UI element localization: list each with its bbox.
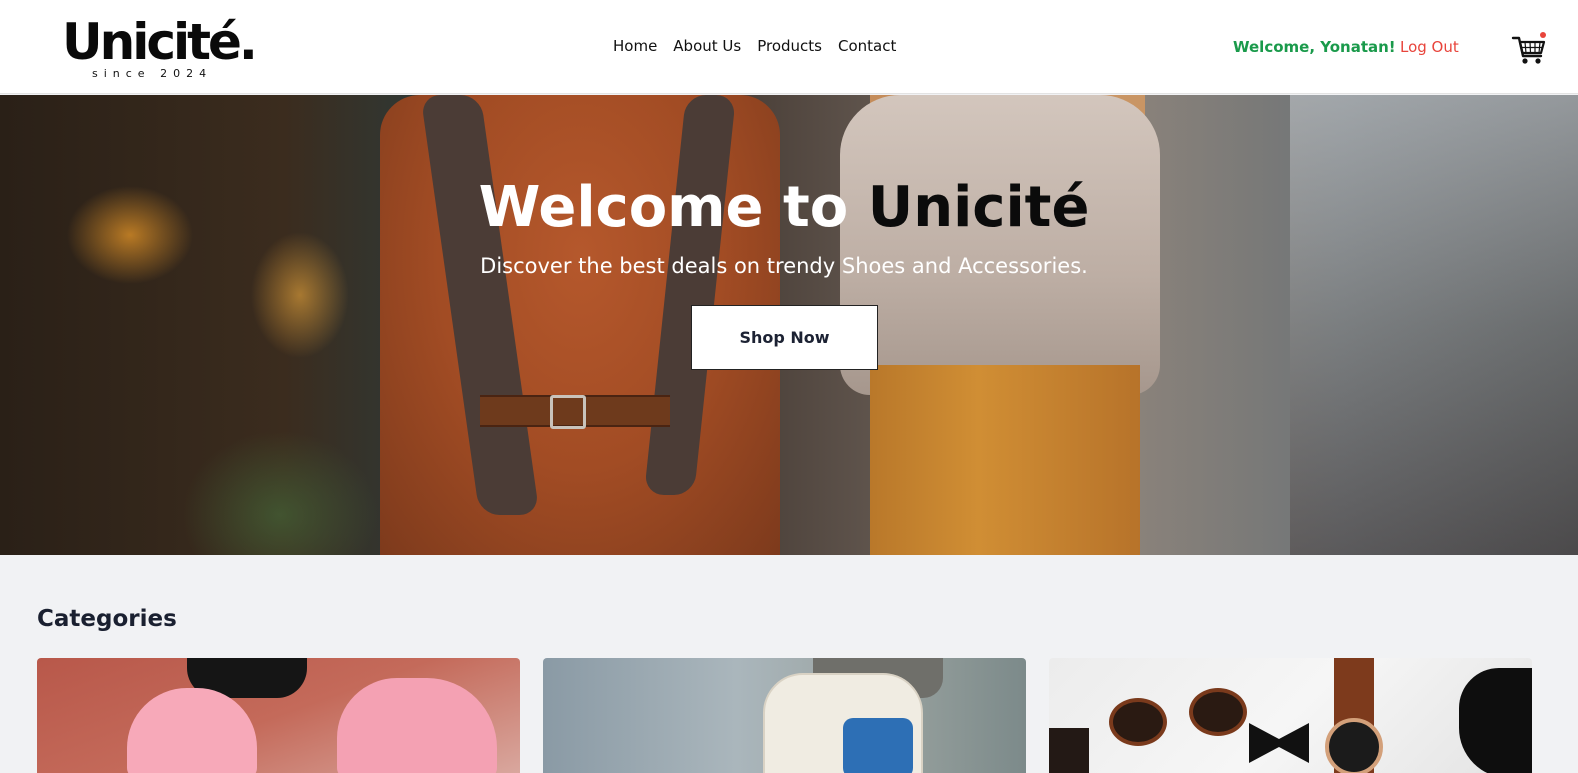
- logo-tagline: since 2024: [92, 67, 213, 80]
- shop-now-button[interactable]: Shop Now: [691, 305, 878, 370]
- hero-subtitle: Discover the best deals on trendy Shoes …: [480, 254, 1088, 278]
- nav-contact[interactable]: Contact: [838, 37, 896, 55]
- hero-title: Welcome to Unicité: [0, 176, 1568, 240]
- welcome-message: Welcome, Yonatan!: [1233, 38, 1396, 56]
- hero-title-brand: Unicité: [867, 175, 1090, 240]
- categories-heading: Categories: [37, 606, 177, 632]
- nav-products[interactable]: Products: [757, 37, 822, 55]
- category-card-accessories[interactable]: [1049, 658, 1532, 773]
- nav-about-us[interactable]: About Us: [673, 37, 741, 55]
- cart-button[interactable]: [1510, 30, 1548, 68]
- hero-title-prefix: Welcome to: [478, 175, 868, 240]
- category-card-shoes[interactable]: [543, 658, 1026, 773]
- main-nav: Home About Us Products Contact: [613, 37, 896, 55]
- hero-background-blur: [1290, 95, 1578, 555]
- shopping-cart-icon: [1511, 32, 1546, 64]
- site-header: Unicité. since 2024 Home About Us Produc…: [0, 0, 1578, 94]
- logout-link[interactable]: Log Out: [1400, 38, 1459, 56]
- category-card-sneakers[interactable]: [37, 658, 520, 773]
- logo-wordmark: Unicité.: [62, 13, 258, 71]
- hero-model-woman: [830, 95, 1170, 555]
- site-logo[interactable]: Unicité. since 2024: [62, 13, 258, 84]
- nav-home[interactable]: Home: [613, 37, 657, 55]
